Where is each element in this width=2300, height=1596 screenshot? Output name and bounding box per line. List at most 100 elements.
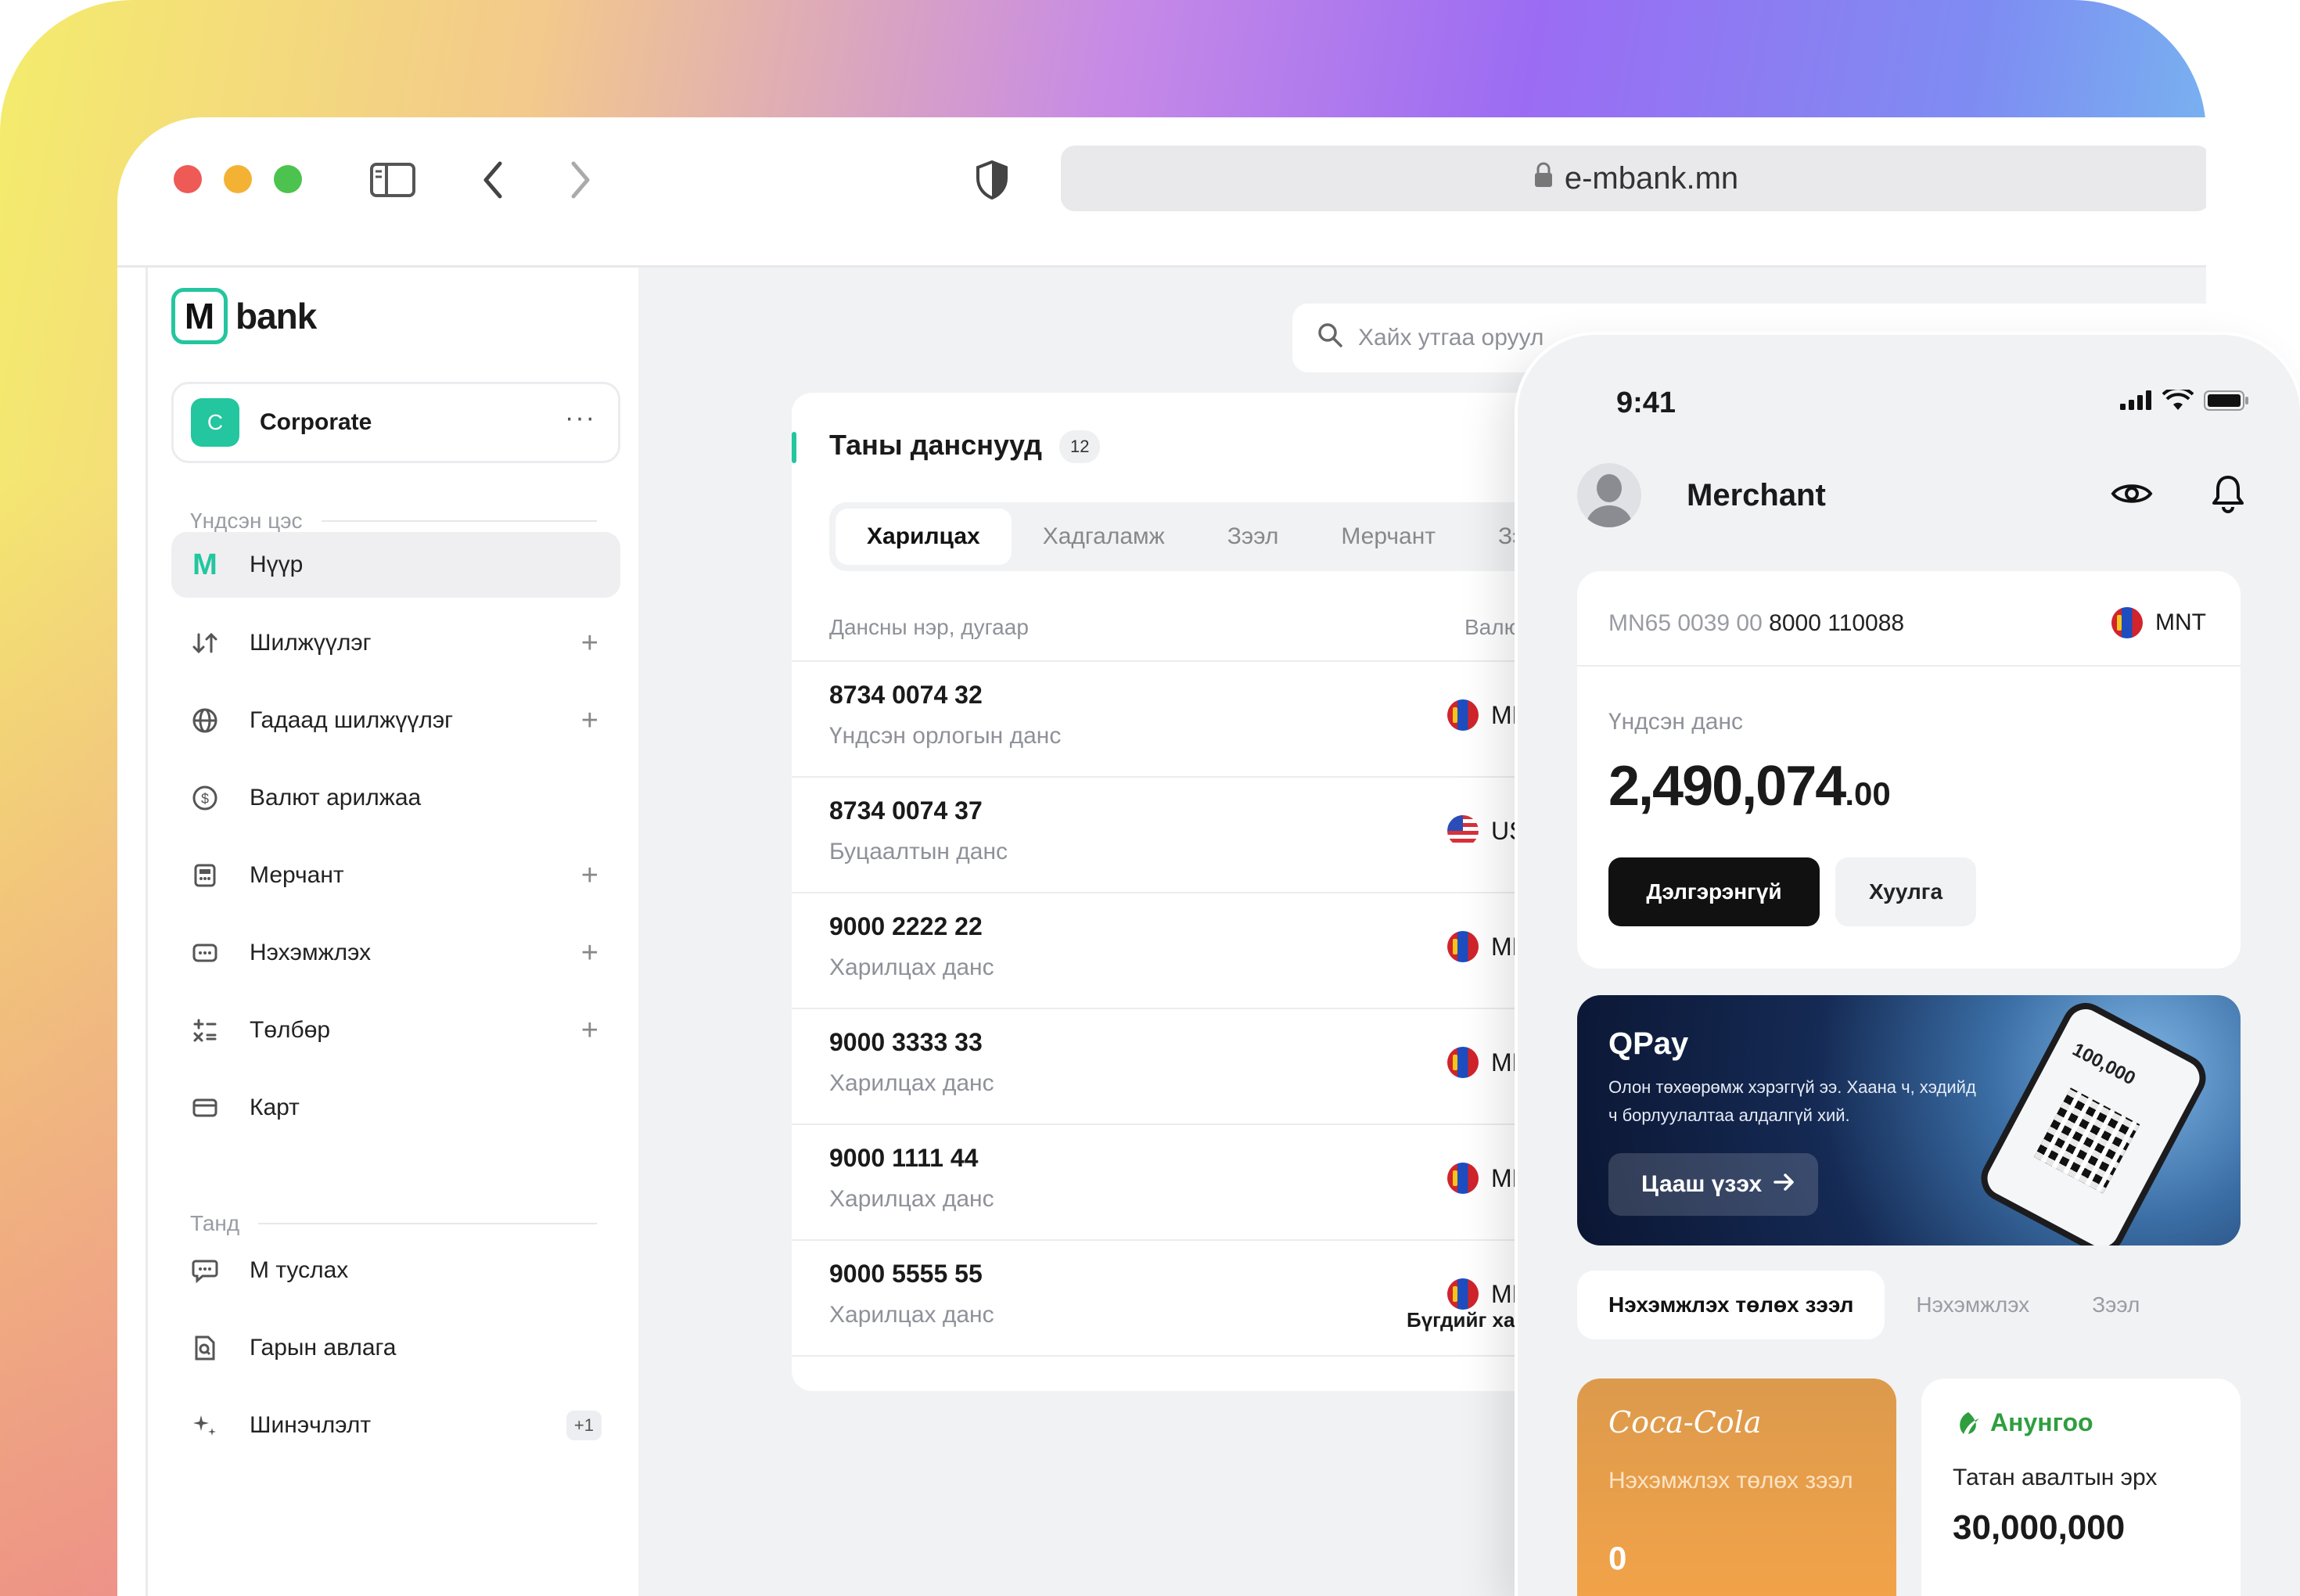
anungoo-leaf-icon <box>1960 1411 1979 1434</box>
sidebar-item-guide[interactable]: Гарын авлага <box>171 1315 620 1381</box>
account-currency: MNT <box>2111 607 2206 638</box>
coca-cola-logo: Coca-Cola <box>1608 1405 1762 1440</box>
column-header-name: Дансны нэр, дугаар <box>829 615 1029 639</box>
status-time: 9:41 <box>1616 386 1676 419</box>
mockup-amount: 100,000 <box>2068 1038 2139 1090</box>
sidebar-item-merchant[interactable]: Мерчант + <box>171 843 620 908</box>
transfer-icon <box>185 631 225 655</box>
account-description: Үндсэн орлогын данс <box>829 723 1062 749</box>
usa-flag-icon <box>1447 815 1479 847</box>
iban-number: 8000 110088 <box>1769 610 1905 636</box>
tab-loan[interactable]: Зээл <box>1196 509 1310 565</box>
mbank-logo[interactable]: M bank <box>171 288 317 344</box>
close-window-button[interactable] <box>174 165 202 193</box>
sidebar-item-transfer[interactable]: Шилжүүлэг + <box>171 610 620 676</box>
account-description: Харилцах данс <box>829 1186 994 1212</box>
organization-switcher[interactable]: C Corporate ··· <box>171 382 620 463</box>
search-icon <box>1316 321 1344 355</box>
sidebar-item-updates[interactable]: Шинэчлэлт +1 <box>171 1393 620 1458</box>
tab-loan[interactable]: Зээл <box>2061 1271 2171 1339</box>
maximize-window-button[interactable] <box>274 165 302 193</box>
user-name: Merchant <box>1687 477 1826 512</box>
svg-text:$: $ <box>201 791 209 807</box>
anungoo-brand-text: Анунгоо <box>1990 1408 2093 1436</box>
add-icon[interactable]: + <box>581 1014 598 1048</box>
minimize-window-button[interactable] <box>224 165 252 193</box>
home-m-icon: M <box>192 548 217 581</box>
sidebar-item-label: Гарын авлага <box>250 1335 397 1361</box>
qpay-more-label: Цааш үзэх <box>1641 1171 1763 1197</box>
address-bar[interactable]: e-mbank.mn <box>1061 146 2206 211</box>
bell-icon[interactable] <box>2211 474 2245 517</box>
browser-toolbar: e-mbank.mn <box>117 117 2206 268</box>
mongolia-flag-icon <box>1447 699 1479 731</box>
org-name: Corporate <box>260 409 372 435</box>
qpay-description: Олон төхөөрөмж хэрэггүй ээ. Хаана ч, хэд… <box>1608 1077 1976 1125</box>
lock-icon <box>1533 161 1554 196</box>
sidebar-item-assistant[interactable]: М туслах <box>171 1238 620 1303</box>
qpay-more-button[interactable]: Цааш үзэх <box>1608 1153 1818 1216</box>
add-icon[interactable]: + <box>581 859 598 893</box>
details-button[interactable]: Дэлгэрэнгүй <box>1608 857 1820 926</box>
sidebar-item-invoice[interactable]: Нэхэмжлэх + <box>171 920 620 986</box>
section-label: Танд <box>190 1211 240 1235</box>
sidebar-item-label: М туслах <box>250 1257 349 1283</box>
sidebar-item-label: Мерчант <box>250 862 344 888</box>
qpay-promo-banner[interactable]: QPay Олон төхөөрөмж хэрэггүй ээ. Хаана ч… <box>1577 995 2241 1246</box>
sidebar-toggle-icon[interactable] <box>368 155 418 205</box>
sidebar-item-card[interactable]: Карт <box>171 1075 620 1141</box>
chat-icon <box>185 1258 225 1283</box>
logo-text: bank <box>235 296 317 336</box>
add-icon[interactable]: + <box>581 704 598 738</box>
sidebar-item-label: Шинэчлэлт <box>250 1412 372 1438</box>
tab-invoice[interactable]: Нэхэмжлэх <box>1885 1271 2061 1339</box>
sparkle-icon <box>185 1412 225 1439</box>
more-icon[interactable]: ··· <box>565 403 596 433</box>
section-label: Үндсэн цэс <box>190 509 303 533</box>
currency-icon: $ <box>185 785 225 811</box>
phone-mockup-image: 100,000 <box>1972 995 2215 1246</box>
balance-label: Үндсэн данс <box>1608 709 1744 735</box>
qpay-title: QPay <box>1608 1026 1689 1061</box>
mobile-header: Merchant <box>1577 460 2253 530</box>
account-number: 9000 1111 44 <box>829 1144 979 1172</box>
wifi-icon <box>2162 386 2194 415</box>
section-for-you: Танд <box>190 1211 597 1236</box>
avatar[interactable] <box>1577 463 1641 527</box>
tab-invoice-loan[interactable]: Нэхэмжлэх төлөх зээл <box>1577 1271 1885 1339</box>
iban: MN65 0039 00 8000 110088 <box>1608 610 1904 637</box>
logo-mark: M <box>171 288 228 344</box>
eye-icon[interactable] <box>2111 480 2153 512</box>
sidebar-item-home[interactable]: M Нүүр <box>171 532 620 598</box>
coca-cola-loan-tile[interactable]: Coca-Cola Нэхэмжлэх төлөх зээл 0 <box>1577 1379 1896 1596</box>
sidebar-item-fx[interactable]: $ Валют арилжаа <box>171 765 620 831</box>
tab-current[interactable]: Харилцах <box>836 509 1012 565</box>
back-icon[interactable] <box>468 155 518 205</box>
tile-label: Татан авалтын эрх <box>1953 1465 2158 1490</box>
mongolia-flag-icon <box>1447 1163 1479 1194</box>
loan-segment-tabs: Нэхэмжлэх төлөх зээл Нэхэмжлэх Зээл <box>1577 1271 2241 1339</box>
signal-icon <box>2119 390 2153 415</box>
tab-savings[interactable]: Хадгаламж <box>1012 509 1196 565</box>
mobile-app-preview: 9:41 Merchant MN65 0039 00 8000 110088 M… <box>1518 335 2300 1596</box>
sidebar-item-payment[interactable]: Төлбөр + <box>171 998 620 1063</box>
forward-icon[interactable] <box>555 155 606 205</box>
payment-icon <box>185 1017 225 1044</box>
table-header: Дансны нэр, дугаар Валют <box>829 615 1530 640</box>
search-placeholder: Хайх утгаа оруул <box>1358 325 1544 350</box>
add-icon[interactable]: + <box>581 936 598 970</box>
sidebar-item-foreign-transfer[interactable]: Гадаад шилжүүлэг + <box>171 688 620 753</box>
anungoo-credit-tile[interactable]: Анунгоо Татан авалтын эрх 30,000,000 <box>1921 1379 2241 1596</box>
add-icon[interactable]: + <box>581 627 598 660</box>
tile-value: 30,000,000 <box>1953 1508 2126 1547</box>
balance-cents: .00 <box>1845 775 1891 812</box>
statement-button[interactable]: Хуулга <box>1835 857 1976 926</box>
shield-icon[interactable] <box>967 155 1017 205</box>
account-description: Харилцах данс <box>829 1302 994 1328</box>
anungoo-logo: Анунгоо <box>1953 1408 2093 1437</box>
sidebar: M bank C Corporate ··· Үндсэн цэс M Нүүр… <box>146 268 638 1596</box>
merchant-icon <box>185 862 225 889</box>
tab-merchant[interactable]: Мерчант <box>1310 509 1467 565</box>
sidebar-item-label: Шилжүүлэг <box>250 630 372 656</box>
section-main-menu: Үндсэн цэс <box>190 509 597 534</box>
